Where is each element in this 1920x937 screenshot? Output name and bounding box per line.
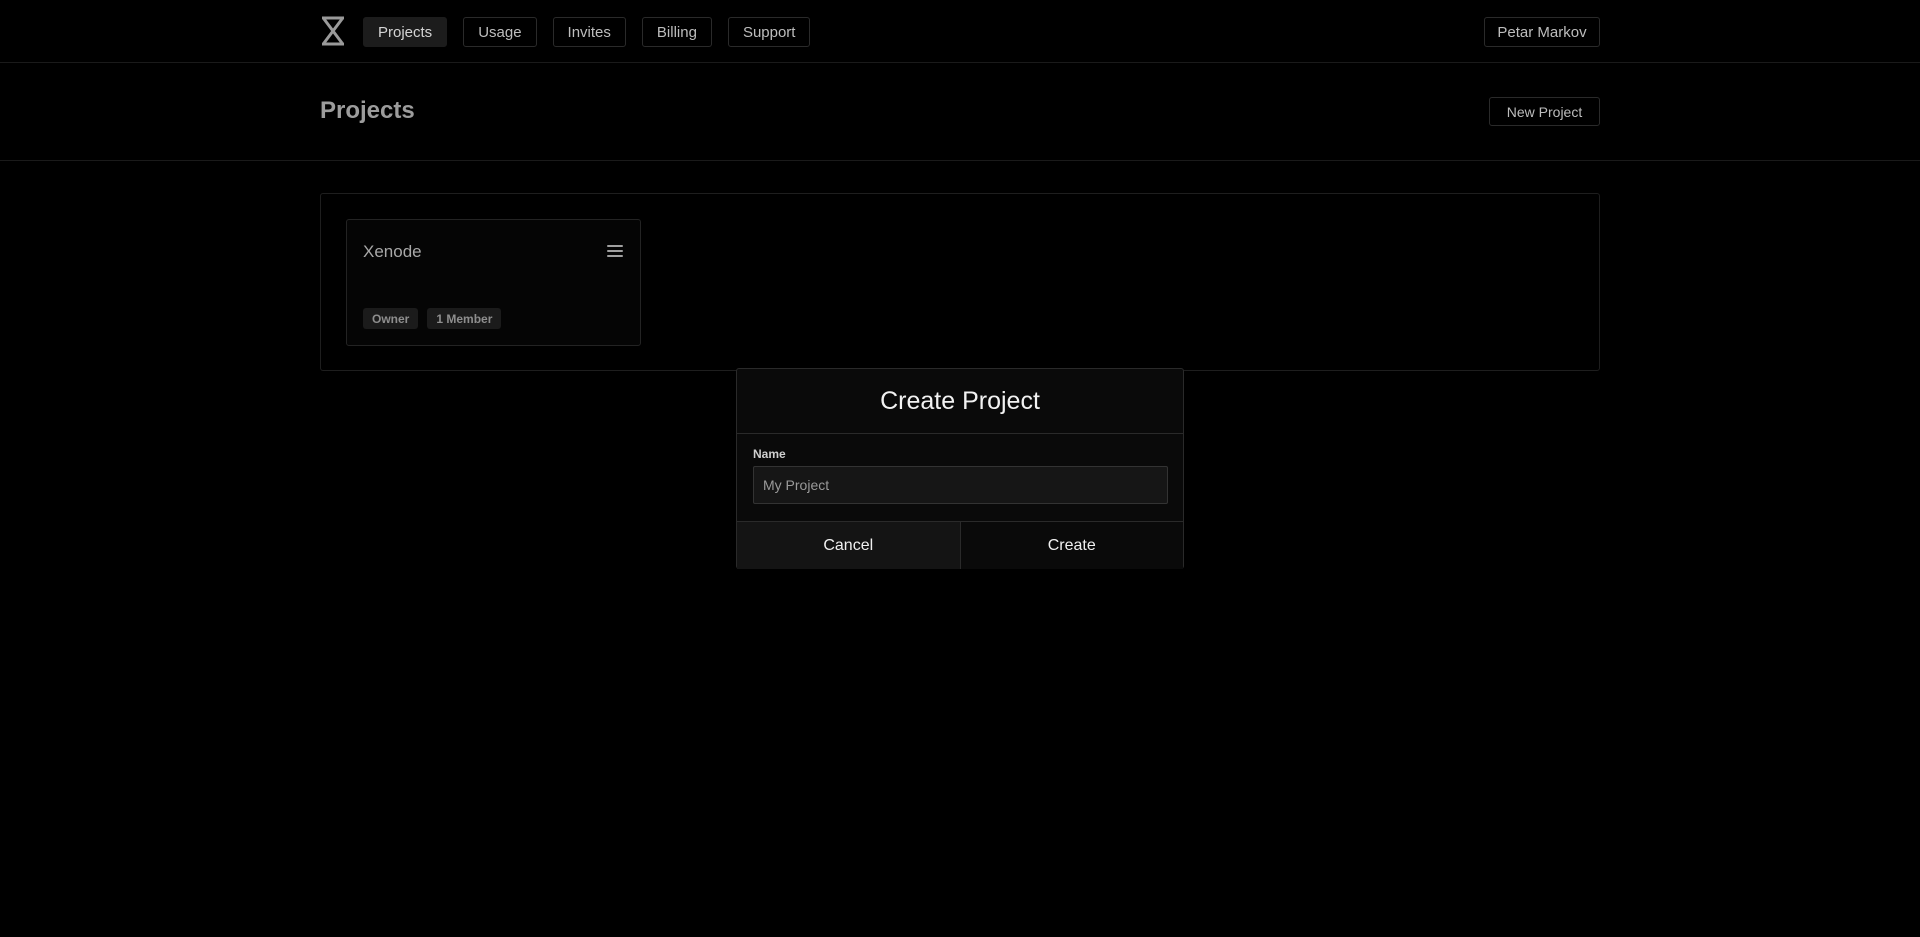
nav-tabs: Projects Usage Invites Billing Support: [363, 17, 811, 47]
app: Projects Usage Invites Billing Support P…: [0, 0, 1920, 937]
project-card[interactable]: Xenode Owner 1 Member: [346, 219, 641, 346]
nav-tab-usage[interactable]: Usage: [463, 17, 537, 47]
page-title: Projects: [320, 97, 415, 124]
project-name-input[interactable]: [753, 466, 1168, 504]
nav-tab-support[interactable]: Support: [727, 17, 811, 47]
hamburger-menu-icon[interactable]: [607, 245, 623, 259]
top-navigation: Projects Usage Invites Billing Support P…: [0, 0, 1920, 63]
project-name: Xenode: [363, 242, 422, 261]
project-badges: Owner 1 Member: [363, 308, 502, 329]
name-field-label: Name: [753, 447, 786, 461]
dialog-actions: Cancel Create: [737, 521, 1183, 569]
user-menu-button[interactable]: Petar Markov: [1484, 17, 1600, 47]
create-button[interactable]: Create: [960, 522, 1183, 569]
create-project-dialog: Create Project Name Cancel Create: [736, 368, 1184, 569]
hourglass-logo-icon[interactable]: [320, 16, 346, 46]
nav-tab-billing[interactable]: Billing: [641, 17, 712, 47]
page-header: Projects New Project: [0, 63, 1920, 161]
new-project-button[interactable]: New Project: [1489, 97, 1600, 126]
member-count-badge: 1 Member: [427, 308, 502, 329]
role-badge: Owner: [363, 308, 419, 329]
dialog-title: Create Project: [880, 386, 1040, 415]
nav-tab-projects[interactable]: Projects: [363, 17, 448, 47]
cancel-button[interactable]: Cancel: [737, 522, 961, 569]
nav-tab-invites[interactable]: Invites: [552, 17, 626, 47]
dialog-header: Create Project: [737, 369, 1183, 434]
projects-panel: Xenode Owner 1 Member: [320, 193, 1600, 371]
